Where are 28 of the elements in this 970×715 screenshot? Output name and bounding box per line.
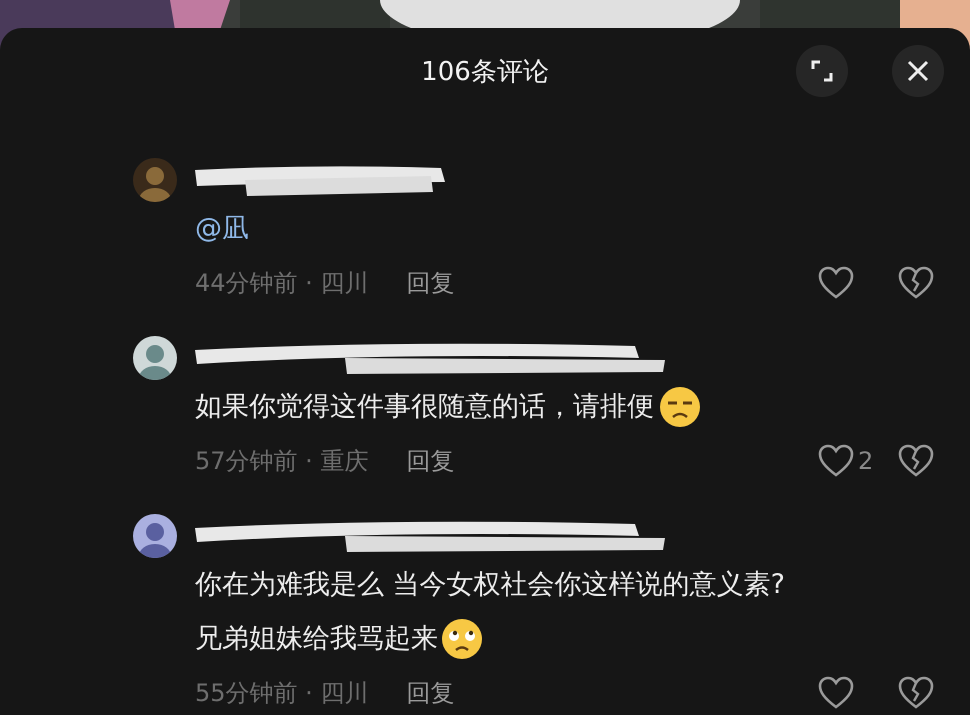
close-icon — [906, 59, 930, 83]
broken-heart-icon — [898, 676, 934, 710]
heart-icon — [818, 676, 854, 710]
comment-time-location: 57分钟前 · 重庆 — [195, 446, 368, 477]
comment-text: 如果你觉得这件事很随意的话，请排便 — [195, 390, 654, 424]
avatar[interactable] — [133, 336, 177, 380]
comment-time-location: 44分钟前 · 四川 — [195, 268, 368, 299]
broken-heart-icon — [898, 444, 934, 478]
mention-link[interactable]: @凪 — [195, 202, 249, 256]
reply-button[interactable]: 回复 — [406, 677, 454, 709]
comment-time-location: 55分钟前 · 四川 — [195, 678, 368, 709]
avatar[interactable] — [133, 514, 177, 558]
reply-button[interactable]: 回复 — [406, 445, 454, 477]
like-button[interactable]: 2 — [818, 444, 898, 478]
comment-text: 你在为难我是么 当今女权社会你这样说的意义素? — [195, 568, 785, 602]
like-count: 2 — [858, 447, 874, 475]
expand-icon — [810, 59, 834, 83]
heart-icon — [818, 444, 854, 478]
comments-title: 106条评论 — [421, 56, 549, 88]
unamused-emoji-icon — [658, 385, 702, 429]
dislike-button[interactable] — [898, 676, 934, 710]
broken-heart-icon — [898, 266, 934, 300]
comment-text: 兄弟姐妹给我骂起来 — [195, 622, 438, 656]
reply-button[interactable]: 回复 — [406, 267, 454, 299]
dislike-button[interactable] — [898, 266, 934, 300]
eye-roll-emoji-icon — [440, 617, 484, 661]
heart-icon — [818, 266, 854, 300]
dislike-button[interactable] — [898, 444, 934, 478]
